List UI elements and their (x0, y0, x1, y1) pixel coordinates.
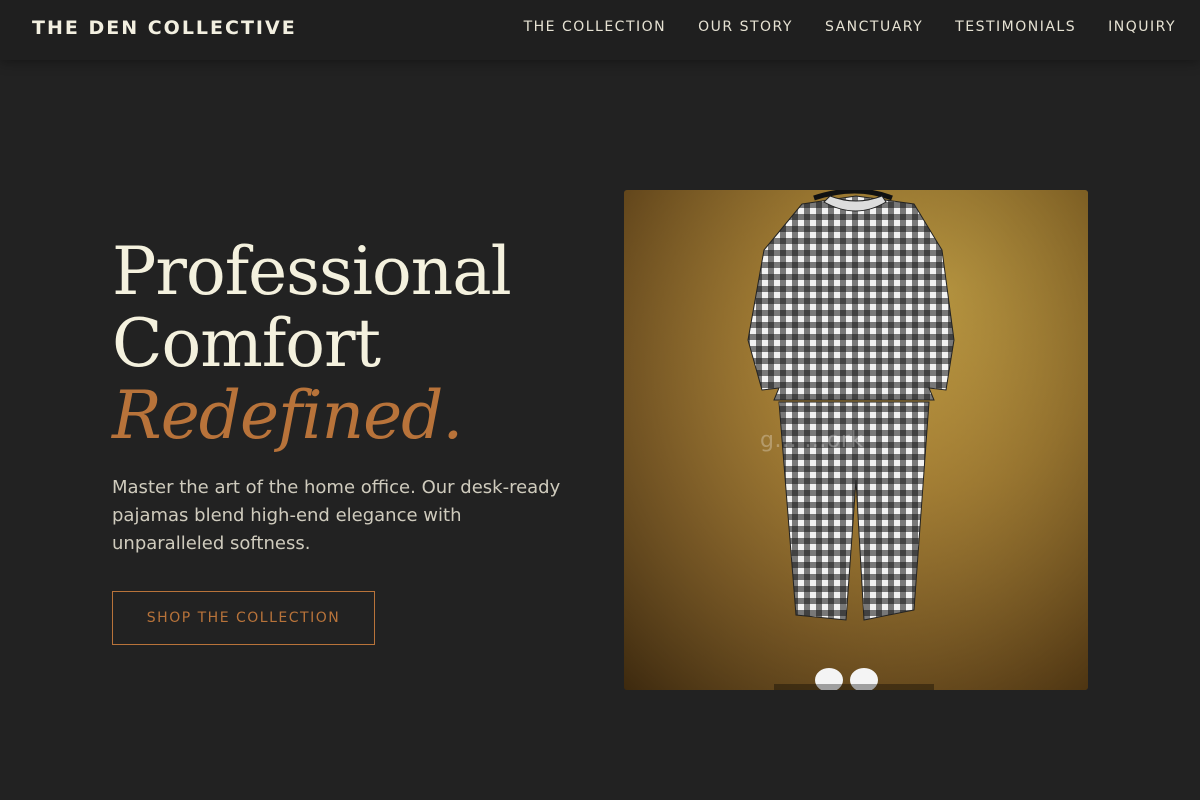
nav-link-our-story[interactable]: OUR STORY (698, 19, 793, 35)
hero-headline: Professional Comfort Redefined. (112, 236, 582, 452)
nav-links: THE COLLECTION OUR STORY SANCTUARY TESTI… (524, 19, 1176, 35)
hero-text: Professional Comfort Redefined. Master t… (112, 236, 582, 558)
headline-line-2: Comfort (112, 305, 381, 382)
nav-link-testimonials[interactable]: TESTIMONIALS (955, 19, 1076, 35)
headline-line-1: Professional (112, 233, 512, 310)
shop-collection-button[interactable]: SHOP THE COLLECTION (112, 591, 375, 645)
image-watermark: g... ...ork (760, 428, 864, 453)
hero-subtext: Master the art of the home office. Our d… (112, 477, 561, 554)
nav-link-sanctuary[interactable]: SANCTUARY (825, 19, 923, 35)
product-photo: g... ...ork (624, 190, 1088, 690)
brand-logo[interactable]: THE DEN COLLECTIVE (32, 17, 297, 39)
nav-link-inquiry[interactable]: INQUIRY (1108, 19, 1176, 35)
headline-accent: Redefined. (112, 377, 463, 454)
top-nav: THE DEN COLLECTIVE THE COLLECTION OUR ST… (0, 0, 1200, 60)
nav-link-collection[interactable]: THE COLLECTION (524, 19, 667, 35)
